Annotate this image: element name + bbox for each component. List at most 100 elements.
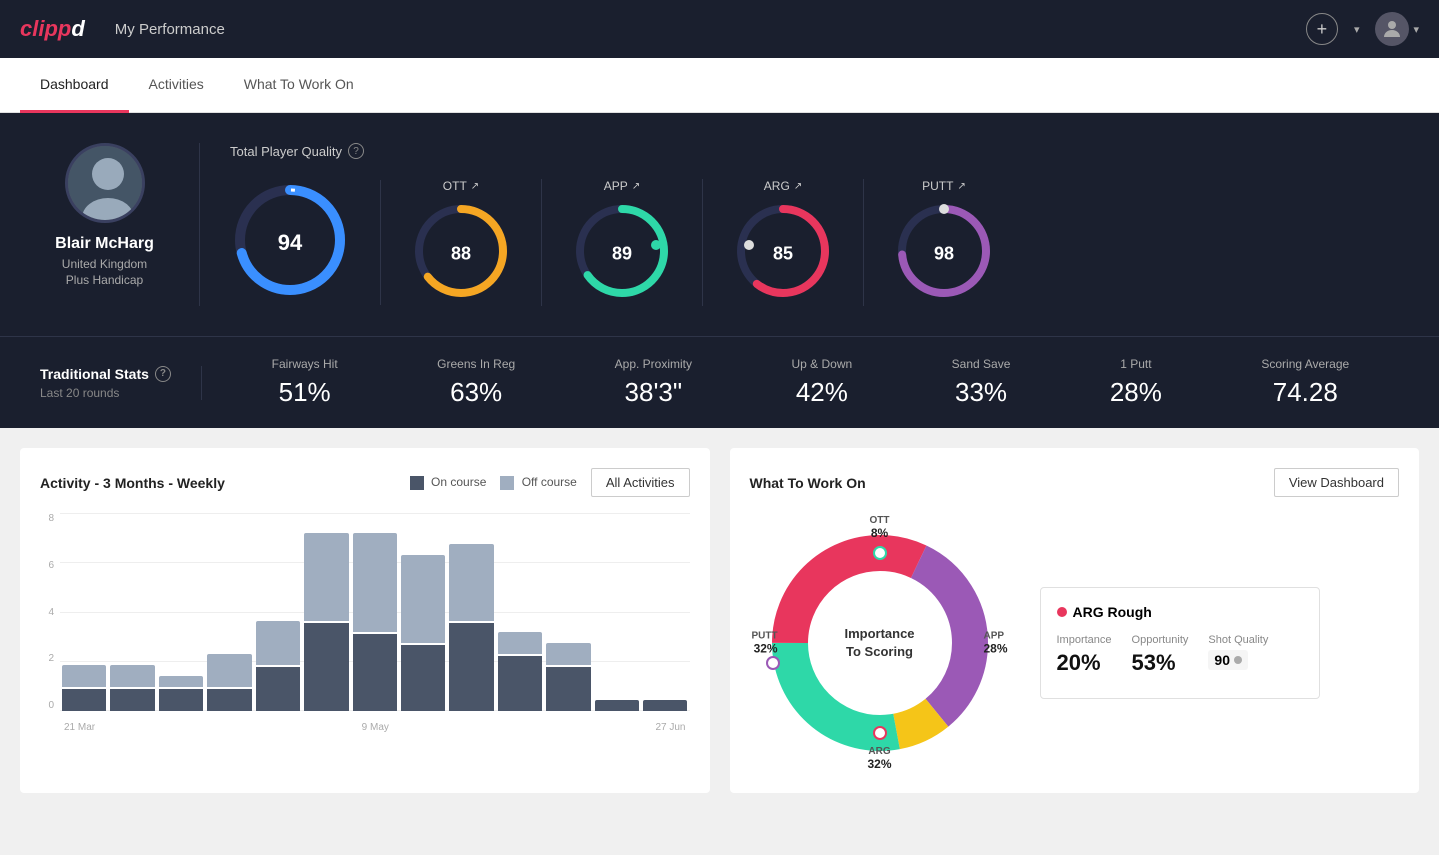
- gauge-main-value: 94: [278, 230, 302, 256]
- stat-greens-label: Greens In Reg: [437, 357, 515, 371]
- legend-off-course: Off course: [500, 475, 576, 490]
- bottom-panels: Activity - 3 Months - Weekly On course O…: [0, 428, 1439, 813]
- bar-on-course: [159, 689, 203, 711]
- x-label-mar: 21 Mar: [64, 722, 95, 733]
- x-label-jun: 27 Jun: [655, 722, 685, 733]
- bar-group: [256, 513, 300, 711]
- bar-off-course: [401, 555, 445, 643]
- metric-importance: Importance 20%: [1057, 634, 1112, 676]
- gauges-section: Total Player Quality ? 94 OTT ↗: [200, 143, 1399, 306]
- x-label-may: 9 May: [362, 722, 389, 733]
- ring-arg: 85: [733, 201, 833, 306]
- stat-sandsave-label: Sand Save: [952, 357, 1011, 371]
- player-photo: [68, 146, 145, 223]
- metric-shot-quality: Shot Quality 90: [1208, 634, 1268, 676]
- gauge-putt-label: PUTT ↗: [922, 179, 966, 193]
- stats-row: Traditional Stats ? Last 20 rounds Fairw…: [0, 336, 1439, 428]
- gauge-app-value: 89: [612, 243, 632, 264]
- bar-off-course: [256, 621, 300, 665]
- score-dot: [1234, 656, 1242, 664]
- bar-group: [498, 513, 542, 711]
- y-label-8: 8: [48, 513, 54, 524]
- legend-on-course: On course: [410, 475, 487, 490]
- logo: clippd: [20, 16, 85, 42]
- bar-off-course: [304, 533, 348, 621]
- gauge-arg-value: 85: [773, 243, 793, 264]
- tab-what-to-work-on[interactable]: What To Work On: [224, 58, 374, 113]
- y-label-4: 4: [48, 607, 54, 618]
- avatar: [1375, 12, 1409, 46]
- player-name: Blair McHarg: [55, 235, 154, 253]
- y-label-2: 2: [48, 653, 54, 664]
- add-button[interactable]: +: [1306, 13, 1338, 45]
- gauges-row: 94 OTT ↗ 88 APP: [230, 179, 1399, 306]
- putt-arrow: ↗: [957, 181, 965, 192]
- app-arrow: ↗: [632, 181, 640, 192]
- bar-on-course: [207, 689, 251, 711]
- stats-title: Traditional Stats ?: [40, 366, 171, 382]
- ott-arrow: ↗: [471, 181, 479, 192]
- bar-off-course: [353, 533, 397, 632]
- ring-app: 89: [572, 201, 672, 306]
- bar-group: [643, 513, 687, 711]
- donut-panel: Importance To Scoring OTT 8% APP 28% ARG…: [750, 513, 1400, 773]
- player-country: United Kingdom: [62, 257, 147, 271]
- activity-panel-header: Activity - 3 Months - Weekly On course O…: [40, 468, 690, 497]
- stat-updown-value: 42%: [796, 377, 848, 408]
- avatar-button[interactable]: ▾: [1375, 12, 1419, 46]
- ring-ott: 88: [411, 201, 511, 306]
- view-dashboard-button[interactable]: View Dashboard: [1274, 468, 1399, 497]
- stats-items: Fairways Hit 51% Greens In Reg 63% App. …: [202, 357, 1399, 408]
- stat-proximity-value: 38'3": [625, 377, 683, 408]
- bar-group: [159, 513, 203, 711]
- bar-on-course: [256, 667, 300, 711]
- wtwo-title: What To Work On: [750, 475, 866, 491]
- bar-on-course: [643, 700, 687, 711]
- bar-group: [110, 513, 154, 711]
- stat-fairways-label: Fairways Hit: [272, 357, 338, 371]
- hero-section: Blair McHarg United Kingdom Plus Handica…: [0, 113, 1439, 336]
- tab-activities[interactable]: Activities: [129, 58, 224, 113]
- stat-updown: Up & Down 42%: [791, 357, 852, 408]
- gauge-app: APP ↗ 89: [542, 179, 703, 306]
- metric-opportunity: Opportunity 53%: [1132, 634, 1189, 676]
- stat-proximity: App. Proximity 38'3": [615, 357, 692, 408]
- arg-arrow: ↗: [794, 181, 802, 192]
- donut-container: Importance To Scoring OTT 8% APP 28% ARG…: [750, 513, 1010, 773]
- tab-dashboard[interactable]: Dashboard: [20, 58, 129, 113]
- info-card: ARG Rough Importance 20% Opportunity 53%…: [1040, 587, 1320, 699]
- gauge-arg: ARG ↗ 85: [703, 179, 864, 306]
- gauge-arg-label: ARG ↗: [764, 179, 802, 193]
- bar-on-course: [62, 689, 106, 711]
- activity-legend: On course Off course: [410, 475, 577, 490]
- gauge-ott-value: 88: [451, 243, 471, 264]
- ring-main: 94: [230, 180, 350, 305]
- stat-oneputt-value: 28%: [1110, 377, 1162, 408]
- bar-group: [546, 513, 590, 711]
- activity-panel-title: Activity - 3 Months - Weekly: [40, 475, 225, 491]
- gauges-title: Total Player Quality ?: [230, 143, 1399, 159]
- bar-group: [353, 513, 397, 711]
- player-handicap: Plus Handicap: [66, 273, 143, 287]
- bar-on-course: [449, 623, 493, 711]
- logo-text: clippd: [20, 16, 85, 42]
- bar-on-course: [110, 689, 154, 711]
- bar-group: [595, 513, 639, 711]
- stat-fairways: Fairways Hit 51%: [272, 357, 338, 408]
- bar-on-course: [546, 667, 590, 711]
- wtwo-panel: What To Work On View Dashboard: [730, 448, 1420, 793]
- gauge-putt: PUTT ↗ 98: [864, 179, 1024, 306]
- legend-off-course-dot: [500, 476, 514, 490]
- wtwo-panel-header: What To Work On View Dashboard: [750, 468, 1400, 497]
- quality-help-icon[interactable]: ?: [348, 143, 364, 159]
- donut-center: Importance To Scoring: [844, 625, 914, 661]
- bar-group: [401, 513, 445, 711]
- info-card-dot: [1057, 607, 1067, 617]
- bar-on-course: [595, 700, 639, 711]
- player-avatar: [65, 143, 145, 223]
- bar-on-course: [353, 634, 397, 711]
- stats-help-icon[interactable]: ?: [155, 366, 171, 382]
- tab-bar: Dashboard Activities What To Work On: [0, 58, 1439, 113]
- stat-greens-value: 63%: [450, 377, 502, 408]
- all-activities-button[interactable]: All Activities: [591, 468, 690, 497]
